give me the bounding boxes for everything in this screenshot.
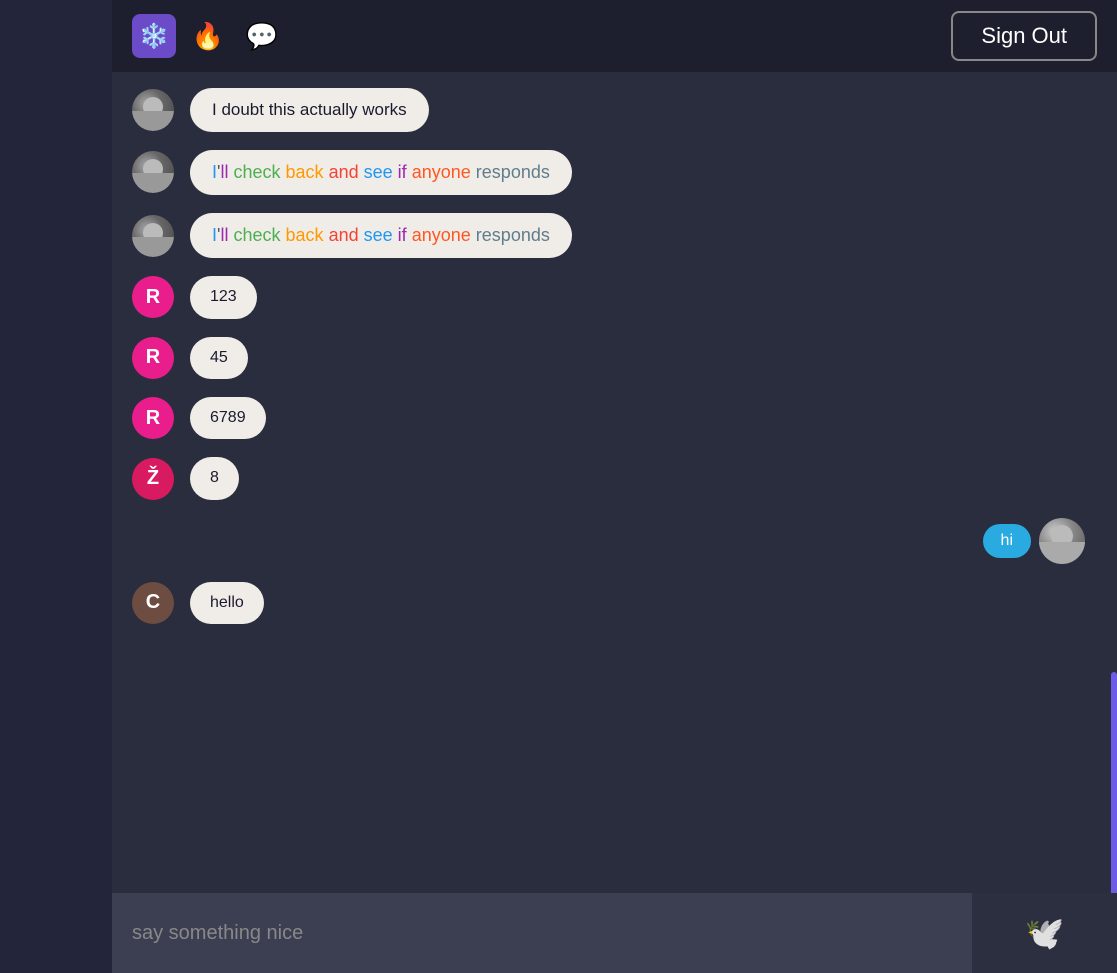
reaction-hi-bubble: hi [983, 524, 1031, 558]
reaction-avatar [1039, 518, 1085, 564]
message-row: R 6789 [132, 397, 1097, 439]
user-photo-avatar-2 [132, 151, 174, 193]
header: ❄️ 🔥 💬 Sign Out [112, 0, 1117, 72]
message-row: I doubt this actually works [132, 88, 1097, 132]
message-bubble-multicolor-1: I'll check back and see if anyone respon… [190, 150, 572, 195]
message-bubble-8: 8 [190, 457, 239, 499]
avatar-r-1: R [132, 276, 174, 318]
chat-area[interactable]: I doubt this actually works I'll check b… [112, 72, 1117, 893]
fire-icon[interactable]: 🔥 [186, 14, 230, 58]
send-icon: 🕊️ [1025, 914, 1065, 952]
main-content: ❄️ 🔥 💬 Sign Out I doubt this actually wo… [112, 0, 1117, 973]
avatar-c: C [132, 582, 174, 624]
message-row: I'll check back and see if anyone respon… [132, 150, 1097, 195]
message-row: I'll check back and see if anyone respon… [132, 213, 1097, 258]
message-row: C hello [132, 582, 1097, 624]
sign-out-button[interactable]: Sign Out [951, 11, 1097, 61]
message-bubble-multicolor-2: I'll check back and see if anyone respon… [190, 213, 572, 258]
input-field-container[interactable] [112, 893, 972, 973]
user-photo-avatar [132, 89, 174, 131]
avatar-z: Ž [132, 458, 174, 500]
message-row: Ž 8 [132, 457, 1097, 499]
avatar-r-3: R [132, 397, 174, 439]
message-bubble-45: 45 [190, 337, 248, 379]
message-input[interactable] [132, 922, 952, 945]
header-icons: ❄️ 🔥 💬 [132, 14, 284, 58]
message-row: R 123 [132, 276, 1097, 318]
send-button-container[interactable]: 🕊️ [972, 893, 1117, 973]
sidebar [0, 0, 112, 973]
user-photo-avatar-3 [132, 215, 174, 257]
scroll-indicator [1111, 672, 1117, 893]
message-row: R 45 [132, 337, 1097, 379]
message-bubble: I doubt this actually works [190, 88, 429, 132]
message-bubble-123: 123 [190, 276, 257, 318]
message-bubble-6789: 6789 [190, 397, 266, 439]
chat-icon[interactable]: 💬 [240, 14, 284, 58]
message-bubble-hello: hello [190, 582, 264, 624]
snowflake-icon[interactable]: ❄️ [132, 14, 176, 58]
reactions-row: hi [132, 518, 1097, 564]
avatar-r-2: R [132, 337, 174, 379]
input-area: 🕊️ [112, 893, 1117, 973]
